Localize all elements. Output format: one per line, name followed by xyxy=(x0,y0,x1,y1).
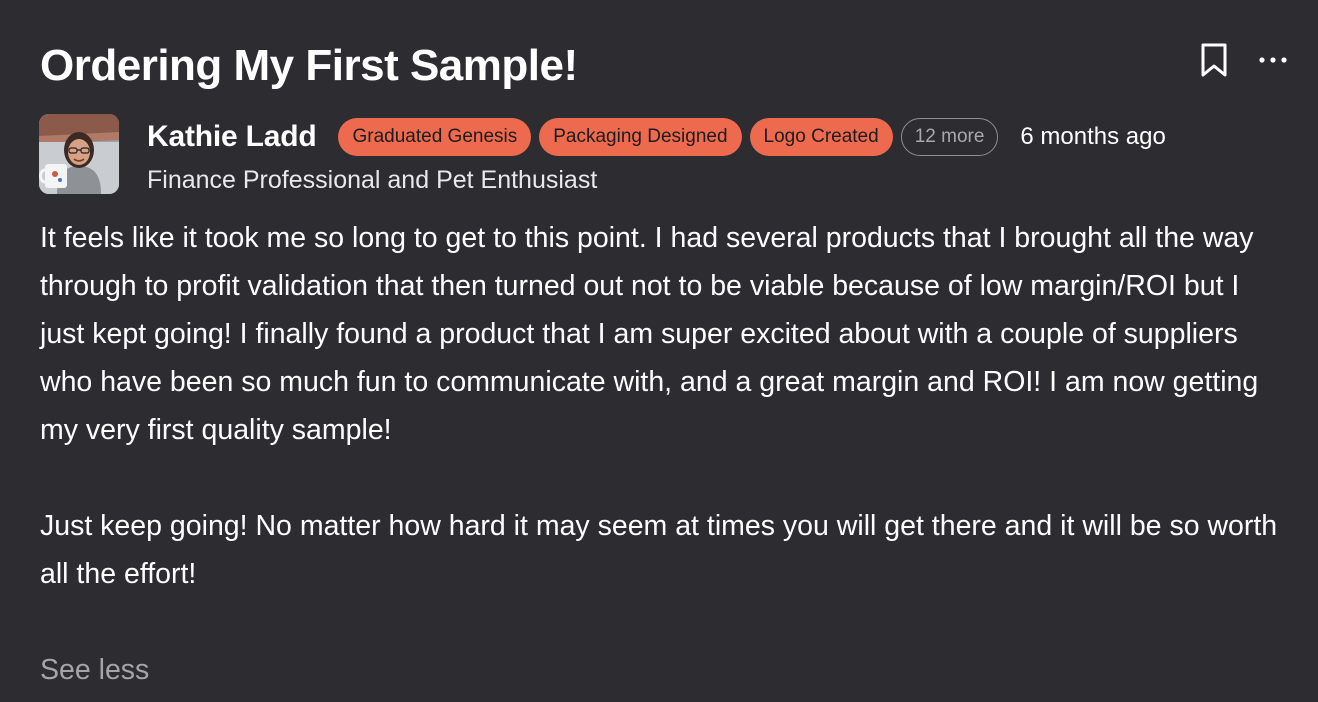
bookmark-button[interactable] xyxy=(1194,40,1234,80)
author-tagline: Finance Professional and Pet Enthusiast xyxy=(147,166,598,194)
more-options-button[interactable] xyxy=(1252,40,1294,80)
bookmark-icon xyxy=(1201,43,1227,77)
badge-graduated-genesis[interactable]: Graduated Genesis xyxy=(338,118,532,156)
body-paragraph: Just keep going! No matter how hard it m… xyxy=(40,510,1278,590)
more-horizontal-icon xyxy=(1259,57,1287,63)
more-badges-button[interactable]: 12 more xyxy=(900,118,999,156)
badge-logo-created[interactable]: Logo Created xyxy=(749,118,893,156)
body-paragraph: It feels like it took me so long to get … xyxy=(40,222,1259,446)
author-row: Kathie Ladd Graduated Genesis Packaging … xyxy=(147,116,1166,158)
post-card: Ordering My First Sample! Kathie Ladd Gr… xyxy=(0,0,1318,702)
post-title: Ordering My First Sample! xyxy=(40,41,578,90)
see-less-link[interactable]: See less xyxy=(40,646,149,694)
avatar-photo xyxy=(39,114,119,194)
post-timestamp: 6 months ago xyxy=(1020,123,1166,150)
post-body: It feels like it took me so long to get … xyxy=(40,214,1280,598)
badge-packaging-designed[interactable]: Packaging Designed xyxy=(539,118,742,156)
author-name[interactable]: Kathie Ladd xyxy=(147,120,317,154)
avatar[interactable] xyxy=(39,114,119,194)
